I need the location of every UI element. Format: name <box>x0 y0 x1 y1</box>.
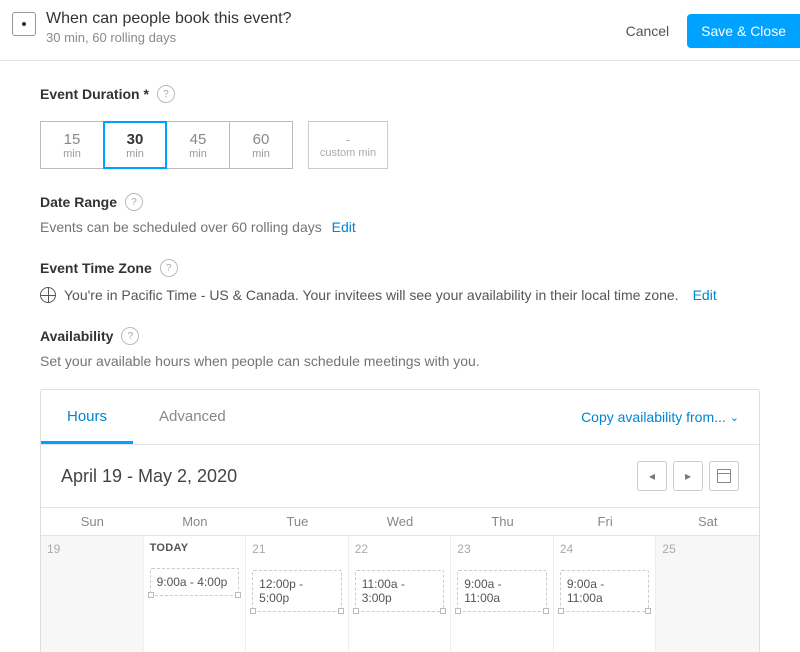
duration-60[interactable]: 60 min <box>229 121 293 169</box>
availability-text: Set your available hours when people can… <box>40 353 760 369</box>
date-range-text: Events can be scheduled over 60 rolling … <box>40 219 322 235</box>
back-icon <box>19 19 29 29</box>
time-slot[interactable]: 12:00p - 5:00p <box>252 570 342 612</box>
copy-availability-button[interactable]: Copy availability from... ⌄ <box>581 409 739 425</box>
back-button[interactable] <box>12 12 36 36</box>
day-19[interactable]: 19 <box>41 536 144 652</box>
day-24[interactable]: 24 9:00a - 11:00a <box>554 536 657 652</box>
prev-button[interactable]: ◂ <box>637 461 667 491</box>
tab-advanced[interactable]: Advanced <box>133 390 252 444</box>
duration-custom[interactable]: - custom min <box>308 121 388 169</box>
header-titles: When can people book this event? 30 min,… <box>46 10 626 45</box>
availability-card: Hours Advanced Copy availability from...… <box>40 389 760 652</box>
duration-30[interactable]: 30 min <box>103 121 167 169</box>
help-icon[interactable]: ? <box>157 85 175 103</box>
help-icon[interactable]: ? <box>125 193 143 211</box>
time-slot[interactable]: 9:00a - 11:00a <box>560 570 650 612</box>
timezone-edit[interactable]: Edit <box>693 287 717 303</box>
availability-label: Availability <box>40 328 113 344</box>
date-range-edit[interactable]: Edit <box>332 219 356 235</box>
page-title: When can people book this event? <box>46 10 626 28</box>
date-range-section: Date Range ? Events can be scheduled ove… <box>40 193 760 235</box>
day-23[interactable]: 23 9:00a - 11:00a <box>451 536 554 652</box>
page-subtitle: 30 min, 60 rolling days <box>46 30 626 45</box>
page-header: When can people book this event? 30 min,… <box>0 0 800 61</box>
day-25[interactable]: 25 <box>656 536 759 652</box>
day-22[interactable]: 22 11:00a - 3:00p <box>349 536 452 652</box>
day-today[interactable]: TODAY 9:00a - 4:00p <box>144 536 247 652</box>
calendar-button[interactable] <box>709 461 739 491</box>
header-actions: Cancel Save & Close <box>626 10 800 48</box>
time-slot[interactable]: 9:00a - 11:00a <box>457 570 547 612</box>
timezone-label: Event Time Zone <box>40 260 152 276</box>
event-duration-section: Event Duration * ? 15 min 30 min 45 min … <box>40 85 760 169</box>
timezone-text: You're in Pacific Time - US & Canada. Yo… <box>64 287 679 303</box>
duration-15[interactable]: 15 min <box>40 121 104 169</box>
timezone-section: Event Time Zone ? You're in Pacific Time… <box>40 259 760 303</box>
cancel-button[interactable]: Cancel <box>626 23 670 39</box>
help-icon[interactable]: ? <box>160 259 178 277</box>
help-icon[interactable]: ? <box>121 327 139 345</box>
day-21[interactable]: 21 12:00p - 5:00p <box>246 536 349 652</box>
calendar-icon <box>717 469 731 483</box>
time-slot[interactable]: 11:00a - 3:00p <box>355 570 445 612</box>
next-button[interactable]: ▸ <box>673 461 703 491</box>
globe-icon <box>40 287 56 303</box>
date-range-label: Date Range <box>40 194 117 210</box>
weekday-header: Sun Mon Tue Wed Thu Fri Sat <box>41 507 759 536</box>
chevron-down-icon: ⌄ <box>730 411 739 424</box>
tab-hours[interactable]: Hours <box>41 390 133 444</box>
calendar-range: April 19 - May 2, 2020 <box>61 466 237 487</box>
duration-45[interactable]: 45 min <box>166 121 230 169</box>
save-close-button[interactable]: Save & Close <box>687 14 800 48</box>
availability-section: Availability ? Set your available hours … <box>40 327 760 652</box>
duration-options: 15 min 30 min 45 min 60 min - custom m <box>40 121 760 169</box>
event-duration-label: Event Duration * <box>40 86 149 102</box>
time-slot[interactable]: 9:00a - 4:00p <box>150 568 240 596</box>
week-1: 19 TODAY 9:00a - 4:00p 21 12:00p - 5:00p… <box>41 536 759 652</box>
